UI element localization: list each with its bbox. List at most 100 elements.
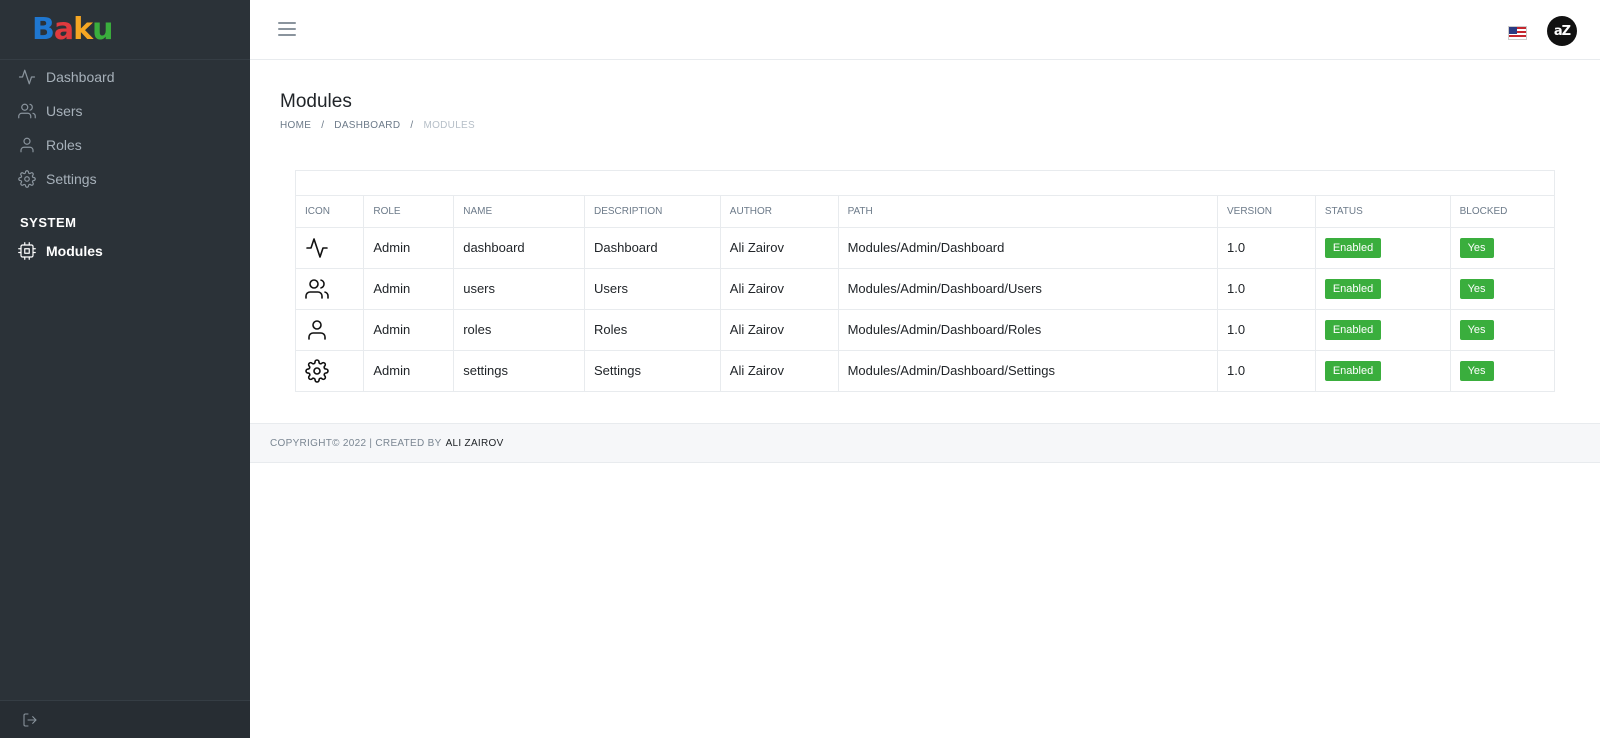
topbar: aZ [250,0,1600,60]
logout-icon[interactable] [22,712,38,728]
sidebar-nav: Dashboard Users Roles Settings [0,60,250,196]
column-header-status: STATUS [1315,196,1451,228]
activity-icon [306,237,328,258]
users-icon [18,103,36,119]
column-header-icon: ICON [296,196,365,228]
status-badge[interactable]: Enabled [1324,237,1382,258]
sidebar-item-label: Settings [46,171,97,187]
row-author: Ali Zairov [720,350,839,391]
status-badge[interactable]: Enabled [1324,278,1382,299]
blocked-badge[interactable]: Yes [1459,319,1494,340]
breadcrumb-dashboard[interactable]: DASHBOARD [334,120,400,131]
column-header-path: PATH [838,196,1219,228]
menu-toggle-icon[interactable] [278,22,296,38]
status-badge[interactable]: Enabled [1324,319,1382,340]
row-status-cell: Enabled [1315,227,1451,269]
sidebar-item-label: Dashboard [46,69,115,85]
row-role: Admin [363,227,455,269]
row-author: Ali Zairov [720,309,839,351]
row-name: settings [453,350,585,391]
row-description: Settings [584,350,721,391]
row-description: Users [584,268,721,310]
blocked-badge[interactable]: Yes [1459,360,1494,381]
cpu-icon [18,242,36,260]
us-flag-icon[interactable] [1508,26,1527,40]
table-row[interactable]: Admin roles Roles Ali Zairov Modules/Adm… [296,309,1554,351]
sidebar-system-nav: Modules [0,234,250,268]
row-blocked-cell: Yes [1450,309,1554,351]
brand-letter: k [73,12,93,47]
sidebar-footer [0,700,250,738]
row-role: Admin [363,268,455,310]
column-header-role: ROLE [363,196,455,228]
row-path: Modules/Admin/Dashboard/Settings [838,350,1219,391]
card-header [296,171,1554,196]
sidebar-item-label: Roles [46,137,82,153]
row-blocked-cell: Yes [1450,268,1554,310]
blocked-badge[interactable]: Yes [1459,278,1494,299]
row-role: Admin [363,350,455,391]
row-icon-cell [296,309,365,351]
modules-table: ICON ROLE NAME DESCRIPTION AUTHOR PATH V… [296,196,1554,391]
breadcrumb-current: MODULES [423,120,475,131]
row-version: 1.0 [1217,227,1316,269]
brand-letter: u [92,12,113,47]
brand-letter: a [53,12,74,47]
sidebar-item-settings[interactable]: Settings [0,162,250,196]
brand-logo[interactable]: Baku [32,12,113,47]
row-version: 1.0 [1217,350,1316,391]
breadcrumb-home[interactable]: HOME [280,120,311,131]
row-path: Modules/Admin/Dashboard/Roles [838,309,1219,351]
row-author: Ali Zairov [720,227,839,269]
table-row[interactable]: Admin users Users Ali Zairov Modules/Adm… [296,268,1554,310]
row-name: users [453,268,585,310]
row-name: roles [453,309,585,351]
row-role: Admin [363,309,455,351]
sidebar-item-roles[interactable]: Roles [0,128,250,162]
row-icon-cell [296,268,365,310]
copyright-text: COPYRIGHT© 2022 | CREATED BY [270,437,442,449]
activity-icon [18,69,36,85]
breadcrumb: HOME / DASHBOARD / MODULES [280,120,475,131]
row-icon-cell [296,350,365,391]
row-version: 1.0 [1217,268,1316,310]
user-icon [308,319,326,340]
column-header-description: DESCRIPTION [584,196,721,228]
user-icon [20,137,34,153]
settings-icon [18,170,36,188]
row-name: dashboard [453,227,585,269]
page-footer: COPYRIGHT© 2022 | CREATED BY ALI ZAIROV [250,423,1600,463]
nav-section-system: SYSTEM [20,215,77,230]
status-badge[interactable]: Enabled [1324,360,1382,381]
row-version: 1.0 [1217,309,1316,351]
sidebar-item-label: Users [46,103,83,119]
brand-letter: B [32,12,55,47]
column-header-author: AUTHOR [720,196,839,228]
column-header-name: NAME [453,196,585,228]
breadcrumb-separator: / [321,120,325,131]
row-description: Roles [584,309,721,351]
footer-author-link[interactable]: ALI ZAIROV [446,438,504,449]
sidebar-item-dashboard[interactable]: Dashboard [0,60,250,94]
sidebar: Baku Dashboard Users Roles Settings SYST… [0,0,250,738]
table-row[interactable]: Admin settings Settings Ali Zairov Modul… [296,350,1554,391]
sidebar-item-modules[interactable]: Modules [0,234,250,268]
row-blocked-cell: Yes [1450,350,1554,391]
row-description: Dashboard [584,227,721,269]
row-blocked-cell: Yes [1450,227,1554,269]
row-status-cell: Enabled [1315,268,1451,310]
table-row[interactable]: Admin dashboard Dashboard Ali Zairov Mod… [296,227,1554,269]
sidebar-item-label: Modules [46,243,103,259]
column-header-blocked: BLOCKED [1450,196,1554,228]
avatar[interactable]: aZ [1547,16,1577,46]
row-path: Modules/Admin/Dashboard/Users [838,268,1219,310]
column-header-version: VERSION [1217,196,1316,228]
row-status-cell: Enabled [1315,350,1451,391]
row-icon-cell [296,227,365,269]
row-path: Modules/Admin/Dashboard [838,227,1219,269]
brand[interactable]: Baku [0,0,250,60]
table-header-row: ICON ROLE NAME DESCRIPTION AUTHOR PATH V… [296,196,1554,228]
sidebar-item-users[interactable]: Users [0,94,250,128]
blocked-badge[interactable]: Yes [1459,237,1494,258]
page-title: Modules [280,91,352,112]
